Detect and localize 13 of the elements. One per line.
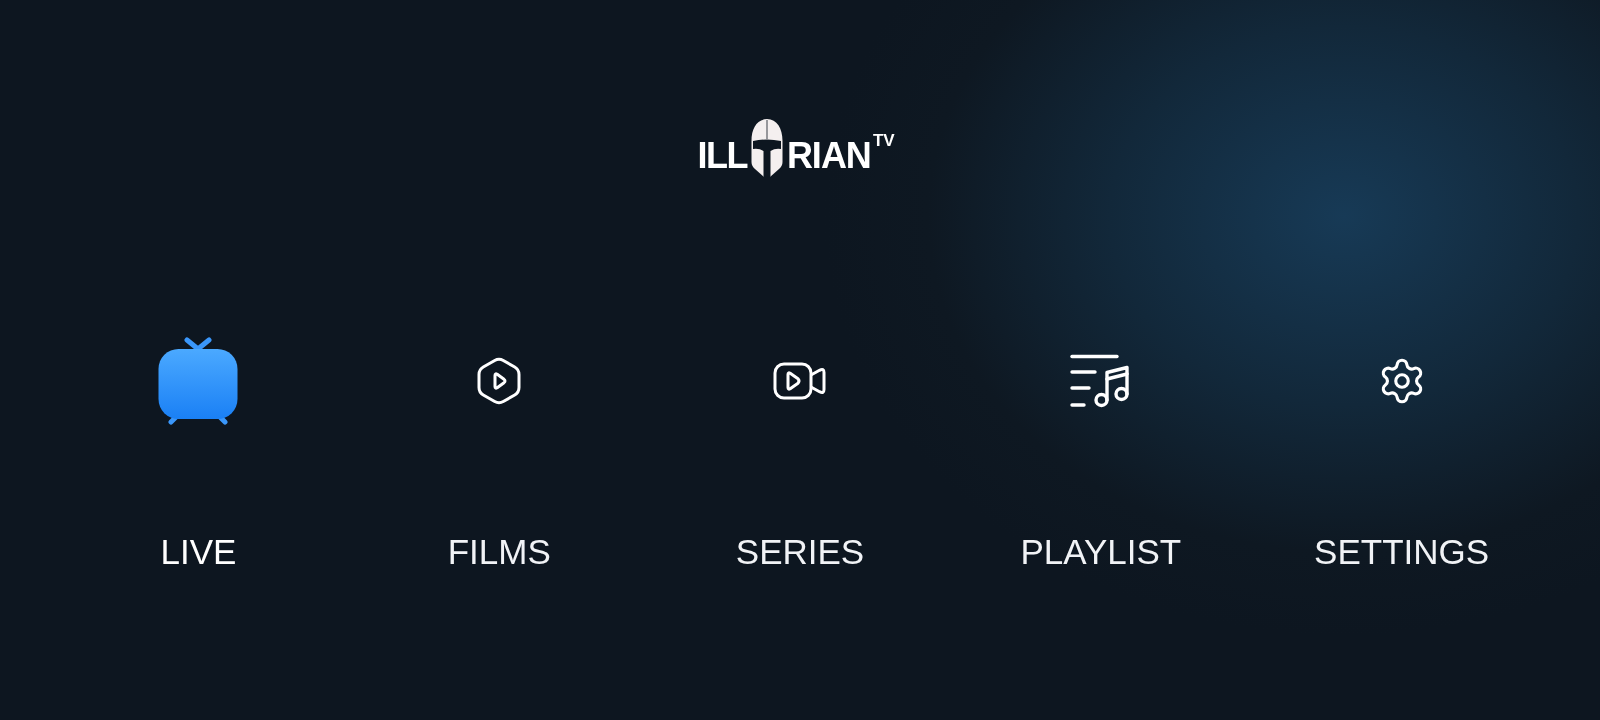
video-camera-icon (773, 362, 827, 400)
menu-item[interactable]: SERIES (735, 331, 865, 573)
menu-item[interactable]: SETTINGS (1314, 331, 1490, 573)
logo-text: RIAN (786, 138, 871, 174)
menu-item[interactable]: LIVE (156, 331, 241, 573)
menu-item[interactable]: PLAYLIST (1020, 331, 1182, 573)
menu-item[interactable]: FILMS (447, 331, 551, 573)
helmet-icon (749, 118, 784, 178)
logo-superscript: TV (872, 132, 895, 149)
tv-icon (156, 337, 241, 425)
logo-text: ILL (697, 138, 747, 174)
music-list-icon (1070, 353, 1132, 409)
hexagon-play-icon (476, 356, 523, 406)
